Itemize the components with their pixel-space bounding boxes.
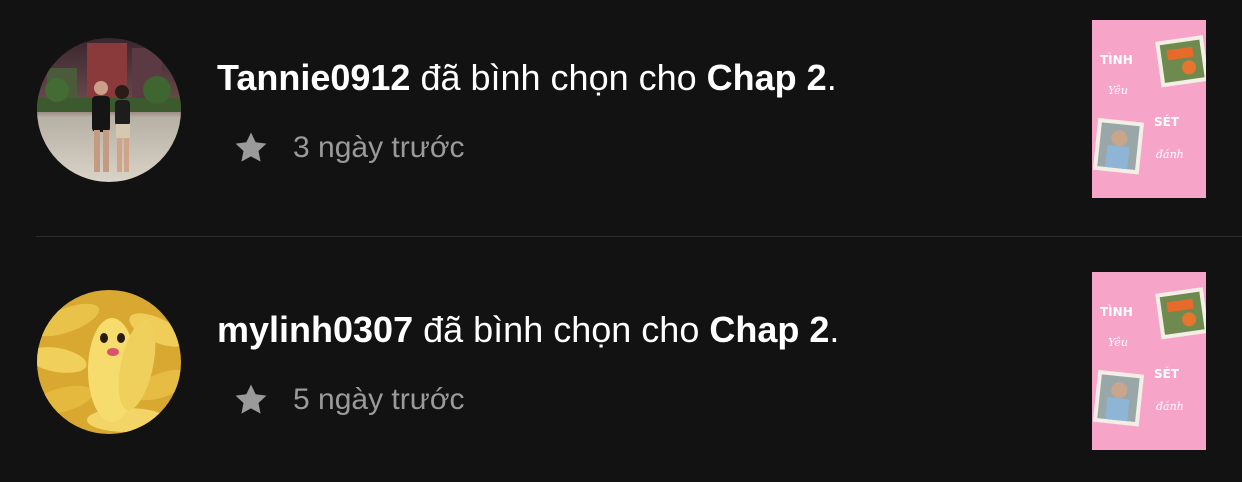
timestamp: 3 ngày trước xyxy=(293,131,465,164)
notification-message: mylinh0307 đã bình chọn cho Chap 2. xyxy=(217,306,839,354)
star-icon xyxy=(235,384,267,414)
timestamp: 5 ngày trước xyxy=(293,383,465,416)
chapter-link[interactable]: Chap 2 xyxy=(707,57,827,98)
notification-message: Tannie0912 đã bình chọn cho Chap 2. xyxy=(217,54,837,102)
avatar[interactable] xyxy=(37,290,181,434)
list-divider xyxy=(36,236,1242,237)
cover-title-line: Yêu xyxy=(1108,84,1128,97)
cover-title-line: đánh xyxy=(1156,148,1184,161)
star-icon xyxy=(235,132,267,162)
notification-meta: 5 ngày trước xyxy=(232,378,465,422)
notification-item[interactable]: Tannie0912 đã bình chọn cho Chap 2. 3 ng… xyxy=(0,0,1242,230)
story-cover-thumbnail[interactable]: TÌNH Yêu SÉT đánh xyxy=(1092,272,1206,450)
username-link[interactable]: mylinh0307 xyxy=(217,309,413,350)
avatar[interactable] xyxy=(37,38,181,182)
cover-title-line: TÌNH xyxy=(1100,304,1133,319)
notification-meta: 3 ngày trước xyxy=(232,126,465,170)
cover-title-line: SÉT xyxy=(1154,114,1180,129)
username-link[interactable]: Tannie0912 xyxy=(217,57,410,98)
cover-title-line: đánh xyxy=(1156,400,1184,413)
chapter-link[interactable]: Chap 2 xyxy=(709,309,829,350)
notification-item[interactable]: mylinh0307 đã bình chọn cho Chap 2. 5 ng… xyxy=(0,252,1242,482)
cover-title-line: TÌNH xyxy=(1100,52,1133,67)
message-period: . xyxy=(829,309,840,350)
action-text: đã bình chọn cho xyxy=(410,57,707,98)
story-cover-thumbnail[interactable]: TÌNH Yêu SÉT đánh xyxy=(1092,20,1206,198)
cover-title-line: Yêu xyxy=(1108,336,1128,349)
action-text: đã bình chọn cho xyxy=(413,309,710,350)
vote-notification-feed: Tannie0912 đã bình chọn cho Chap 2. 3 ng… xyxy=(0,0,1242,463)
cover-title-line: SÉT xyxy=(1154,366,1180,381)
message-period: . xyxy=(826,57,837,98)
